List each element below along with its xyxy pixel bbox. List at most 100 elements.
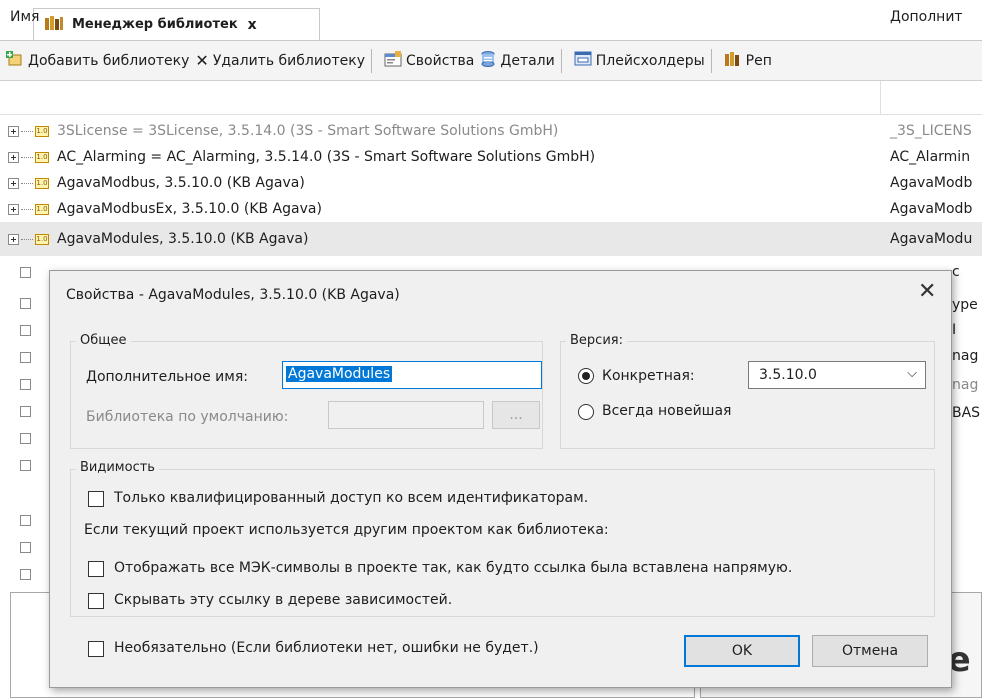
newest-version-label[interactable]: Всегда новейшая: [602, 403, 731, 419]
library-additional: AgavaModb: [890, 175, 973, 191]
list-item[interactable]: 1.0 AC_Alarming = AC_Alarming, 3.5.14.0 …: [0, 144, 982, 170]
optional-label[interactable]: Необязательно (Если библиотеки нет, ошиб…: [114, 640, 539, 656]
expand-icon[interactable]: [20, 325, 31, 336]
library-additional: AC_Alarmin: [890, 149, 971, 165]
list-item[interactable]: 1.0 AgavaModbus, 3.5.10.0 (KB Agava) Aga…: [0, 170, 982, 196]
browse-button: ...: [492, 401, 540, 429]
general-group: [70, 341, 543, 449]
specific-version-label[interactable]: Конкретная:: [602, 368, 695, 384]
library-icon: 1.0: [35, 203, 49, 215]
expand-icon[interactable]: [20, 267, 31, 278]
dialog-title: Свойства - AgavaModules, 3.5.10.0 (KB Ag…: [66, 287, 400, 303]
default-library-input: [328, 401, 484, 429]
ok-button[interactable]: OK: [684, 635, 800, 667]
toolbar: Добавить библиотеку ✕ Удалить библиотеку…: [0, 40, 982, 81]
expand-icon[interactable]: [20, 460, 31, 471]
column-header-name[interactable]: Имя: [10, 9, 39, 25]
library-manager-icon: [44, 15, 64, 35]
expand-icon[interactable]: [8, 125, 19, 137]
alias-input[interactable]: AgavaModules: [282, 361, 542, 389]
peek-text: ype: [952, 297, 978, 313]
newest-version-radio[interactable]: [578, 404, 594, 420]
alias-input-value: AgavaModules: [286, 366, 393, 382]
delete-library-button[interactable]: ✕ Удалить библиотеку: [195, 51, 365, 70]
library-name: AC_Alarming = AC_Alarming, 3.5.14.0 (3S …: [57, 149, 596, 165]
list-item[interactable]: 1.0 3SLicense = 3SLicense, 3.5.14.0 (3S …: [0, 118, 982, 144]
library-name: 3SLicense = 3SLicense, 3.5.14.0 (3S - Sm…: [57, 123, 559, 139]
hide-reference-checkbox[interactable]: [88, 593, 104, 609]
library-name: AgavaModbus, 3.5.10.0 (KB Agava): [57, 175, 305, 191]
expand-icon[interactable]: [8, 233, 19, 245]
tree-line: [21, 130, 33, 132]
delete-icon: ✕: [195, 51, 209, 70]
library-additional: _3S_LICENS: [890, 123, 972, 139]
show-all-symbols-label[interactable]: Отображать все МЭК-символы в проекте так…: [114, 560, 792, 576]
tree-line: [21, 156, 33, 158]
placeholders-label: Плейсхолдеры: [595, 52, 705, 69]
expand-icon[interactable]: [20, 515, 31, 526]
list-item-selected[interactable]: 1.0 AgavaModules, 3.5.10.0 (KB Agava) Ag…: [0, 222, 982, 256]
peek-text: BAS: [952, 405, 981, 421]
library-icon: 1.0: [35, 125, 49, 137]
cancel-button[interactable]: Отмена: [812, 635, 928, 667]
tab-library-manager[interactable]: Менеджер библиотек x: [33, 8, 320, 40]
specific-version-radio[interactable]: [578, 368, 594, 384]
library-icon: 1.0: [35, 177, 49, 189]
column-header-additional[interactable]: Дополнит: [890, 9, 963, 25]
peek-text: I: [952, 322, 957, 338]
qualified-access-checkbox[interactable]: [88, 491, 104, 507]
add-library-button[interactable]: Добавить библиотеку: [6, 50, 189, 71]
details-label: Детали: [500, 52, 555, 69]
dialog-close-icon[interactable]: ✕: [918, 279, 936, 304]
version-group: [560, 341, 935, 449]
properties-button[interactable]: Свойства: [384, 50, 475, 71]
peek-text: nag: [952, 348, 979, 364]
expand-icon[interactable]: [20, 542, 31, 553]
library-name: AgavaModbusEx, 3.5.10.0 (KB Agava): [57, 201, 322, 217]
hide-reference-label[interactable]: Скрывать эту ссылку в дереве зависимосте…: [114, 592, 452, 608]
default-library-label: Библиотека по умолчанию:: [86, 409, 289, 425]
tree-line: [21, 208, 33, 210]
tab-close-icon[interactable]: x: [248, 17, 257, 33]
expand-icon[interactable]: [8, 203, 19, 215]
version-group-label: Версия:: [566, 333, 627, 348]
library-additional: AgavaModu: [890, 231, 973, 247]
expand-icon[interactable]: [20, 569, 31, 580]
details-button[interactable]: Детали: [480, 50, 555, 71]
placeholders-icon: [574, 51, 592, 71]
chevron-down-icon: ⌵: [907, 366, 917, 381]
add-library-icon: [6, 50, 24, 71]
general-group-label: Общее: [76, 333, 131, 348]
visibility-group-label: Видимость: [76, 460, 159, 475]
column-separator[interactable]: [880, 81, 881, 115]
expand-icon[interactable]: [20, 406, 31, 417]
visibility-note: Если текущий проект используется другим …: [84, 522, 609, 538]
show-all-symbols-checkbox[interactable]: [88, 561, 104, 577]
expand-icon[interactable]: [20, 298, 31, 309]
expand-icon[interactable]: [20, 433, 31, 444]
repository-button[interactable]: Реп: [724, 51, 772, 71]
properties-icon: [384, 50, 402, 71]
delete-library-label: Удалить библиотеку: [212, 52, 366, 69]
tree-line: [21, 238, 33, 240]
expand-icon[interactable]: [20, 379, 31, 390]
expand-icon[interactable]: [20, 352, 31, 363]
repository-icon: [724, 51, 742, 71]
library-icon: 1.0: [35, 151, 49, 163]
list-header: [0, 81, 982, 115]
list-item[interactable]: 1.0 AgavaModbusEx, 3.5.10.0 (KB Agava) A…: [0, 196, 982, 222]
tree-line: [21, 182, 33, 184]
expand-icon[interactable]: [8, 151, 19, 163]
expand-icon[interactable]: [8, 177, 19, 189]
version-select[interactable]: 3.5.10.0 ⌵: [748, 361, 926, 389]
details-icon: [480, 50, 496, 71]
library-additional: AgavaModb: [890, 201, 973, 217]
toolbar-separator: [371, 48, 373, 73]
optional-checkbox[interactable]: [88, 641, 104, 657]
peek-text: c: [952, 264, 960, 280]
placeholders-button[interactable]: Плейсхолдеры: [574, 51, 705, 71]
version-select-value: 3.5.10.0: [759, 367, 817, 383]
properties-label: Свойства: [406, 52, 475, 69]
qualified-access-label[interactable]: Только квалифицированный доступ ко всем …: [114, 490, 588, 506]
library-name: AgavaModules, 3.5.10.0 (KB Agava): [57, 231, 309, 247]
